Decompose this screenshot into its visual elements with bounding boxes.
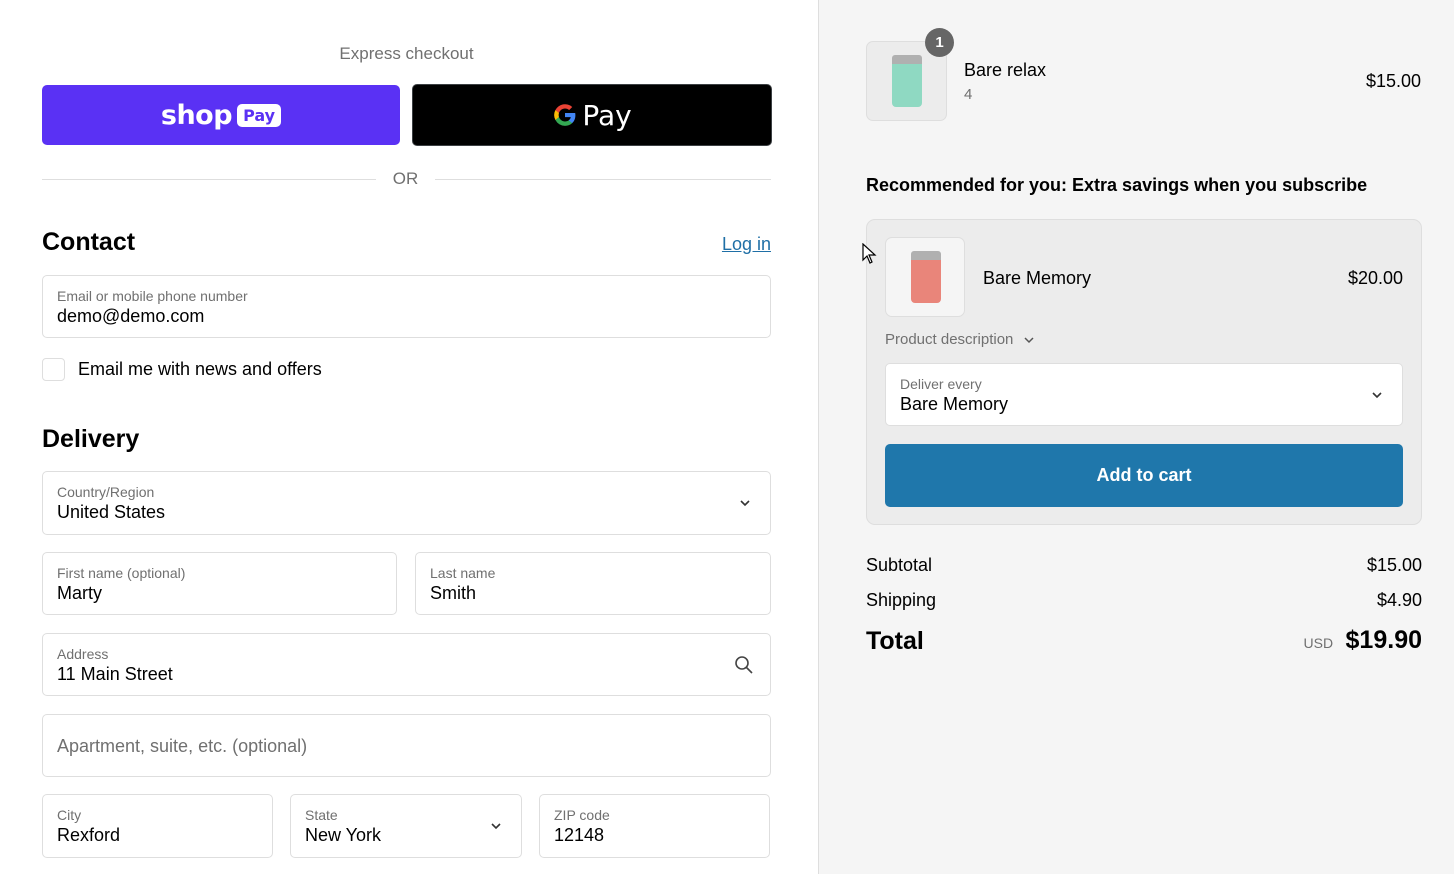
cart-item-name: Bare relax bbox=[964, 60, 1047, 80]
country-value: United States bbox=[57, 502, 166, 522]
address-label: Address bbox=[57, 646, 109, 662]
or-divider: OR bbox=[42, 168, 771, 190]
or-label: OR bbox=[392, 169, 419, 188]
last-name-value[interactable]: Smith bbox=[430, 583, 476, 604]
country-label: Country/Region bbox=[57, 484, 155, 500]
cart-item-variant: 4 bbox=[964, 86, 973, 103]
google-pay-label: Pay bbox=[582, 98, 632, 132]
shop-pay-word: shop bbox=[160, 99, 233, 131]
divider-line-right bbox=[435, 179, 771, 180]
cart-item-price: $15.00 bbox=[1365, 71, 1421, 91]
add-to-cart-button[interactable]: Add to cart bbox=[885, 444, 1403, 507]
address-value[interactable]: 11 Main Street bbox=[57, 664, 173, 685]
city-field[interactable]: City Rexford bbox=[42, 794, 273, 858]
state-select[interactable]: State New York bbox=[290, 794, 522, 858]
news-offers-label[interactable]: Email me with news and offers bbox=[78, 359, 322, 380]
email-field-label: Email or mobile phone number bbox=[57, 288, 248, 304]
product-description-label[interactable]: Product description bbox=[885, 331, 1013, 348]
news-offers-checkbox[interactable] bbox=[42, 357, 65, 381]
subtotal-label: Subtotal bbox=[866, 555, 933, 575]
shop-pay-pill: Pay bbox=[237, 103, 282, 127]
quantity-badge: 1 bbox=[925, 28, 954, 57]
mouse-cursor-icon bbox=[862, 243, 877, 264]
news-offers-option[interactable]: Email me with news and offers bbox=[42, 357, 322, 381]
express-checkout-title: Express checkout bbox=[339, 44, 474, 63]
shop-pay-button[interactable]: shop Pay bbox=[42, 85, 400, 145]
currency-code: USD bbox=[1303, 635, 1334, 651]
apartment-field[interactable]: Apartment, suite, etc. (optional) bbox=[42, 714, 771, 777]
recommendation-card: Bare Memory $20.00 Product description D… bbox=[866, 219, 1422, 525]
recommended-product-price: $20.00 bbox=[1347, 268, 1403, 288]
total-amount: USD $19.90 bbox=[1200, 626, 1422, 655]
delivery-heading: Delivery bbox=[42, 425, 140, 453]
zip-value[interactable]: 12148 bbox=[554, 825, 604, 846]
google-g-icon bbox=[554, 104, 576, 126]
subtotal-value: $15.00 bbox=[1366, 555, 1422, 575]
recommendation-heading: Recommended for you: Extra savings when … bbox=[866, 175, 1368, 195]
zip-field[interactable]: ZIP code 12148 bbox=[539, 794, 770, 858]
chevron-down-icon bbox=[1024, 336, 1034, 343]
product-description-toggle[interactable]: Product description bbox=[885, 331, 1035, 348]
total-value: $19.90 bbox=[1345, 626, 1422, 654]
zip-label: ZIP code bbox=[554, 807, 610, 823]
chevron-down-icon bbox=[491, 823, 501, 830]
chevron-down-icon bbox=[740, 500, 750, 507]
product-jar-image bbox=[892, 55, 922, 107]
contact-heading: Contact bbox=[42, 228, 136, 256]
product-jar-image bbox=[911, 251, 941, 303]
state-value: New York bbox=[305, 825, 382, 845]
deliver-every-select[interactable]: Deliver every Bare Memory bbox=[885, 363, 1403, 426]
country-select[interactable]: Country/Region United States bbox=[42, 471, 771, 535]
log-in-link[interactable]: Log in bbox=[700, 234, 771, 255]
last-name-label: Last name bbox=[430, 565, 496, 581]
first-name-value[interactable]: Marty bbox=[57, 583, 102, 604]
shipping-value: $4.90 bbox=[1376, 590, 1422, 610]
shipping-label: Shipping bbox=[866, 590, 937, 610]
address-field[interactable]: Address 11 Main Street bbox=[42, 633, 771, 696]
email-field-value[interactable]: demo@demo.com bbox=[57, 306, 204, 327]
email-field[interactable]: Email or mobile phone number demo@demo.c… bbox=[42, 275, 771, 338]
recommended-product-thumbnail bbox=[885, 237, 965, 317]
apartment-placeholder[interactable]: Apartment, suite, etc. (optional) bbox=[57, 736, 307, 757]
deliver-every-label: Deliver every bbox=[900, 376, 982, 392]
divider-line-left bbox=[42, 179, 376, 180]
city-label: City bbox=[57, 807, 82, 823]
last-name-field[interactable]: Last name Smith bbox=[415, 552, 771, 615]
deliver-every-value: Bare Memory bbox=[900, 394, 1009, 414]
google-pay-button[interactable]: Pay bbox=[412, 84, 772, 146]
search-icon[interactable] bbox=[734, 655, 754, 675]
state-label: State bbox=[305, 807, 338, 823]
city-value[interactable]: Rexford bbox=[57, 825, 120, 846]
first-name-field[interactable]: First name (optional) Marty bbox=[42, 552, 397, 615]
total-label: Total bbox=[866, 627, 924, 655]
chevron-down-icon bbox=[1372, 392, 1382, 399]
first-name-label: First name (optional) bbox=[57, 565, 186, 581]
recommended-product-name: Bare Memory bbox=[983, 268, 1092, 288]
